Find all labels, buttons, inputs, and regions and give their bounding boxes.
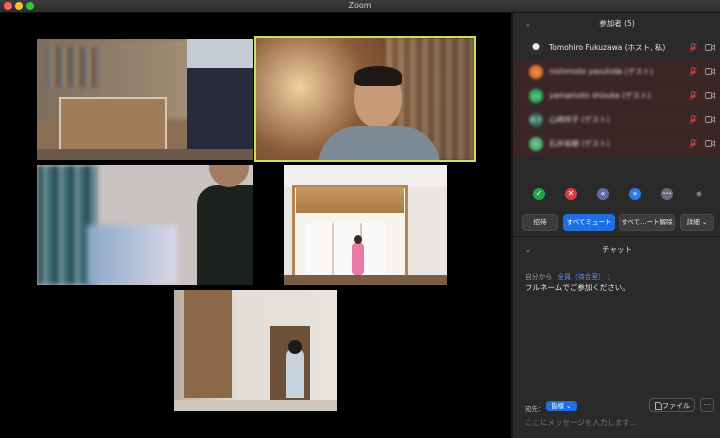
participant-name: yamamoto shisuke (ゲスト) [549, 91, 651, 100]
chat-meta-suffix: ： [607, 273, 614, 281]
mic-muted-icon[interactable] [689, 91, 697, 100]
camera-icon[interactable] [705, 92, 715, 99]
mic-muted-icon[interactable] [689, 115, 697, 124]
file-icon [655, 402, 662, 410]
avatar: ry [529, 65, 543, 79]
chat-message-text: フルネームでご参加ください。 [525, 283, 630, 292]
mic-muted-icon[interactable] [689, 43, 697, 52]
camera-icon[interactable] [705, 68, 715, 75]
chat-sender: 自分から [525, 273, 553, 281]
participant-name: nishimoto yasuhide (ゲスト) [549, 67, 654, 76]
video-tile-3[interactable] [37, 165, 253, 285]
chat-message-meta: 自分から 全員（待合室） ： [525, 271, 614, 281]
camera-icon[interactable] [705, 44, 715, 51]
avatar [529, 41, 543, 55]
participant-name: 山崎祥子 (ゲスト) [549, 115, 610, 124]
details-label: 詳細 [686, 218, 700, 226]
more-reactions-icon[interactable]: ••• [661, 188, 673, 200]
video-gallery [0, 13, 511, 438]
more-options-button[interactable]: ··· [700, 398, 714, 412]
side-panel: ⌄ 参加者 (5) Tomohiro Fukuzawa (ホスト, 私) ry ni… [512, 13, 720, 438]
check-icon[interactable]: ✓ [533, 188, 545, 200]
chat-input[interactable]: ここにメッセージを入力します... [525, 417, 711, 428]
invite-button[interactable]: 招待 [522, 214, 558, 231]
avatar: 崎子 [529, 113, 543, 127]
chevron-down-icon[interactable]: ⌄ [525, 239, 531, 261]
send-to-select[interactable]: 皆様 ⌄ [546, 401, 577, 411]
participants-header: ⌄ 参加者 (5) [513, 13, 720, 35]
avatar: 石 [529, 137, 543, 151]
participant-row[interactable]: ya yamamoto shisuke (ゲスト) [513, 84, 720, 107]
file-button[interactable]: ファイル [649, 398, 695, 412]
chevron-down-icon[interactable]: ⌄ [525, 13, 531, 35]
chevron-down-icon: ⌄ [701, 218, 708, 226]
participant-name: 石井裕樹 (ゲスト) [549, 139, 610, 148]
camera-icon[interactable] [705, 140, 715, 147]
chevron-down-icon: ⌄ [566, 402, 572, 410]
video-tile-1[interactable] [37, 39, 253, 160]
mute-all-button[interactable]: すべてミュート [563, 214, 615, 231]
x-icon[interactable]: ✕ [565, 188, 577, 200]
camera-icon[interactable] [705, 116, 715, 123]
participant-row[interactable]: 石石井裕樹 (ゲスト) [513, 132, 720, 155]
mic-muted-icon[interactable] [689, 67, 697, 76]
participant-row[interactable]: ry nishimoto yasuhide (ゲスト) [513, 60, 720, 83]
rewind-icon[interactable]: « [597, 188, 609, 200]
send-to-value: 皆様 [551, 402, 564, 410]
participant-row[interactable]: Tomohiro Fukuzawa (ホスト, 私) [513, 36, 720, 59]
mic-muted-icon[interactable] [689, 139, 697, 148]
participant-name: Tomohiro Fukuzawa (ホスト, 私) [549, 43, 666, 52]
chat-recipient[interactable]: 全員（待合室） [557, 273, 605, 281]
video-tile-4[interactable] [284, 165, 447, 285]
window-title: Zoom [348, 1, 372, 10]
clear-icon[interactable]: ◆ [691, 186, 706, 201]
video-tile-5[interactable] [174, 290, 337, 411]
unmute-all-button[interactable]: すべて…ート解除 [619, 214, 675, 231]
title-bar: Zoom [0, 0, 720, 13]
file-button-label: ファイル [662, 402, 690, 410]
divider [513, 236, 720, 237]
details-button[interactable]: 詳細 ⌄ [680, 214, 714, 231]
send-to-label: 宛先： [525, 405, 545, 413]
participant-row[interactable]: 崎子 山崎祥子 (ゲスト) [513, 108, 720, 131]
avatar: ya [529, 89, 543, 103]
video-tile-active-speaker[interactable] [254, 36, 476, 162]
ellipsis-icon: ··· [703, 401, 711, 409]
chat-header: ⌄ チャット [513, 239, 720, 261]
fast-forward-icon[interactable]: » [629, 188, 641, 200]
